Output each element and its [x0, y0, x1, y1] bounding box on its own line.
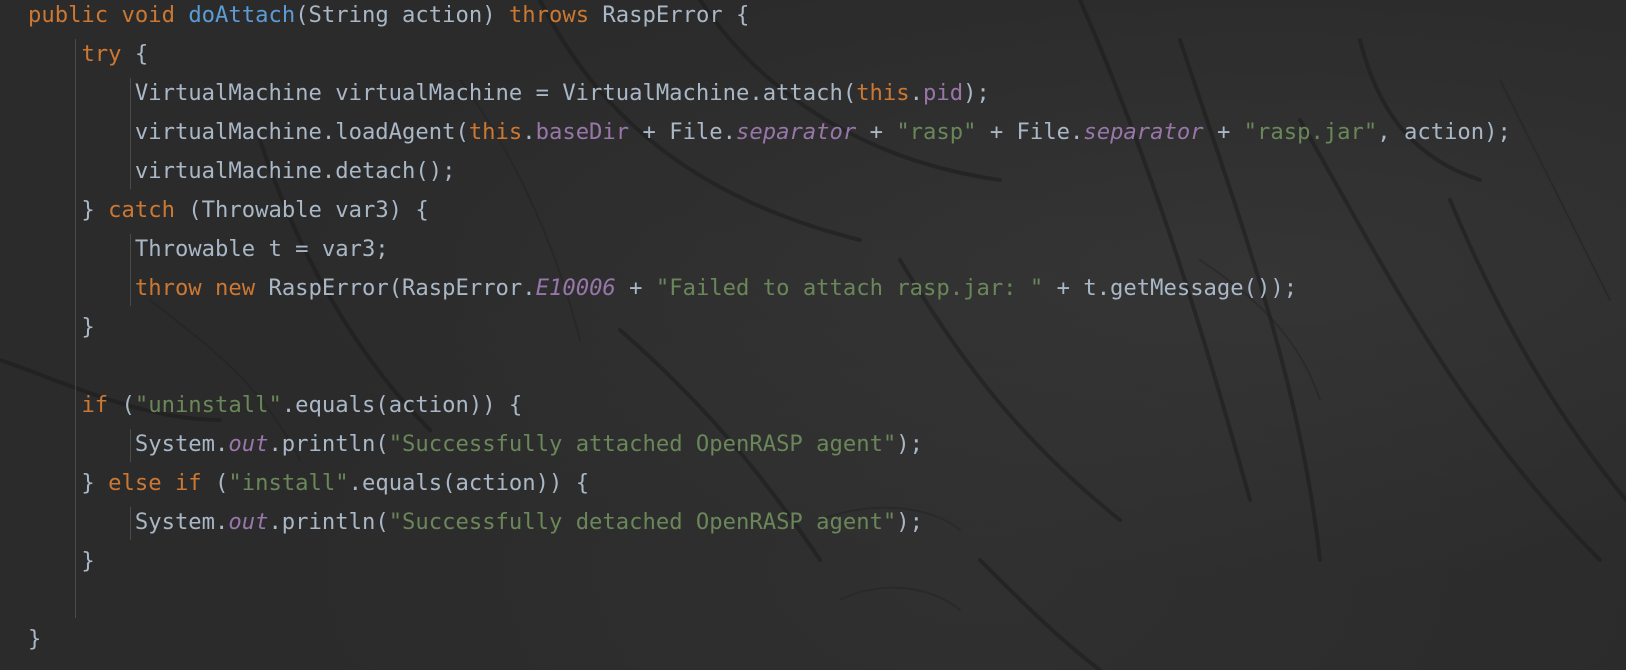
- code-token: new: [215, 275, 256, 301]
- code-token: (Throwable var3) {: [174, 197, 429, 223]
- code-token: .equals(action)) {: [281, 392, 523, 418]
- code-token: );: [896, 431, 924, 457]
- code-line-6[interactable]: } catch (Throwable var3) {: [28, 191, 429, 230]
- code-token: separator: [736, 119, 857, 145]
- code-token: if: [81, 392, 109, 418]
- code-token: catch: [108, 197, 175, 223]
- code-token: (: [108, 392, 135, 418]
- code-token: );: [963, 80, 990, 106]
- code-area[interactable]: public void doAttach(String action) thro…: [0, 0, 1626, 670]
- code-token: throws: [508, 2, 590, 28]
- code-token: void: [121, 2, 175, 28]
- code-token: "install": [228, 470, 349, 496]
- code-token: System.: [28, 431, 229, 457]
- code-token: "Successfully detached OpenRASP agent": [388, 509, 897, 535]
- code-token: "rasp": [896, 119, 977, 145]
- code-token: }: [28, 197, 109, 223]
- code-token: }: [28, 470, 109, 496]
- code-token: +: [615, 275, 656, 301]
- code-token: separator: [1083, 119, 1204, 145]
- code-token: System.: [28, 509, 229, 535]
- code-line-8[interactable]: throw new RaspError(RaspError.E10006 + "…: [28, 269, 1297, 308]
- code-token: + File.: [976, 119, 1084, 145]
- code-token: VirtualMachine virtualMachine = VirtualM…: [28, 80, 857, 106]
- code-token: (String action): [295, 2, 509, 28]
- code-token: }: [28, 548, 95, 574]
- code-line-5[interactable]: virtualMachine.detach();: [28, 152, 456, 191]
- indent-guide: [75, 39, 76, 618]
- code-token: "uninstall": [134, 392, 282, 418]
- code-token: .: [909, 80, 923, 106]
- code-token: , action);: [1377, 119, 1511, 145]
- code-token: RaspError(RaspError.: [255, 275, 536, 301]
- code-token: .println(: [268, 431, 389, 457]
- code-token: E10006: [535, 275, 616, 301]
- code-line-3[interactable]: VirtualMachine virtualMachine = VirtualM…: [28, 74, 990, 113]
- code-line-14[interactable]: System.out.println("Successfully detache…: [28, 503, 923, 542]
- code-line-9[interactable]: }: [28, 308, 95, 347]
- code-line-15[interactable]: }: [28, 542, 95, 581]
- code-token: (: [201, 470, 229, 496]
- code-token: );: [896, 509, 924, 535]
- code-token: .: [522, 119, 536, 145]
- indent-guide: [130, 429, 131, 462]
- code-token: doAttach: [188, 2, 296, 28]
- code-token: "Successfully attached OpenRASP agent": [388, 431, 897, 457]
- code-token: baseDir: [535, 119, 630, 145]
- code-token: virtualMachine.detach();: [28, 158, 456, 184]
- code-token: out: [228, 509, 269, 535]
- code-token: this: [856, 80, 910, 106]
- code-token: else: [108, 470, 162, 496]
- code-editor[interactable]: public void doAttach(String action) thro…: [0, 0, 1626, 670]
- code-token: .equals(action)) {: [348, 470, 590, 496]
- code-line-1[interactable]: public void doAttach(String action) thro…: [28, 0, 749, 35]
- code-line-12[interactable]: System.out.println("Successfully attache…: [28, 425, 923, 464]
- code-token: throw: [134, 275, 202, 301]
- code-token: +: [856, 119, 897, 145]
- code-token: + t.getMessage());: [1043, 275, 1298, 301]
- code-token: "rasp.jar": [1243, 119, 1378, 145]
- code-line-7[interactable]: Throwable t = var3;: [28, 230, 389, 269]
- code-token: out: [228, 431, 269, 457]
- code-token: public: [28, 2, 109, 28]
- code-token: virtualMachine.loadAgent(: [28, 119, 469, 145]
- code-line-13[interactable]: } else if ("install".equals(action)) {: [28, 464, 589, 503]
- code-line-11[interactable]: if ("uninstall".equals(action)) {: [28, 386, 522, 425]
- code-token: try: [81, 41, 122, 67]
- code-token: }: [28, 314, 95, 340]
- code-token: +: [1203, 119, 1244, 145]
- code-token: {: [121, 41, 149, 67]
- code-line-4[interactable]: virtualMachine.loadAgent(this.baseDir + …: [28, 113, 1511, 152]
- code-line-2[interactable]: try {: [28, 35, 148, 74]
- indent-guide: [130, 78, 131, 189]
- code-token: }: [28, 626, 42, 652]
- code-token: if: [174, 470, 202, 496]
- code-line-17[interactable]: }: [28, 620, 41, 659]
- code-token: + File.: [629, 119, 737, 145]
- code-token: Throwable t = var3;: [28, 236, 389, 262]
- code-token: "Failed to attach rasp.jar: ": [655, 275, 1044, 301]
- indent-guide: [130, 507, 131, 540]
- code-token: pid: [923, 80, 964, 106]
- code-token: RaspError {: [589, 2, 750, 28]
- indent-guide: [130, 234, 131, 306]
- code-token: this: [468, 119, 523, 145]
- code-token: .println(: [268, 509, 389, 535]
